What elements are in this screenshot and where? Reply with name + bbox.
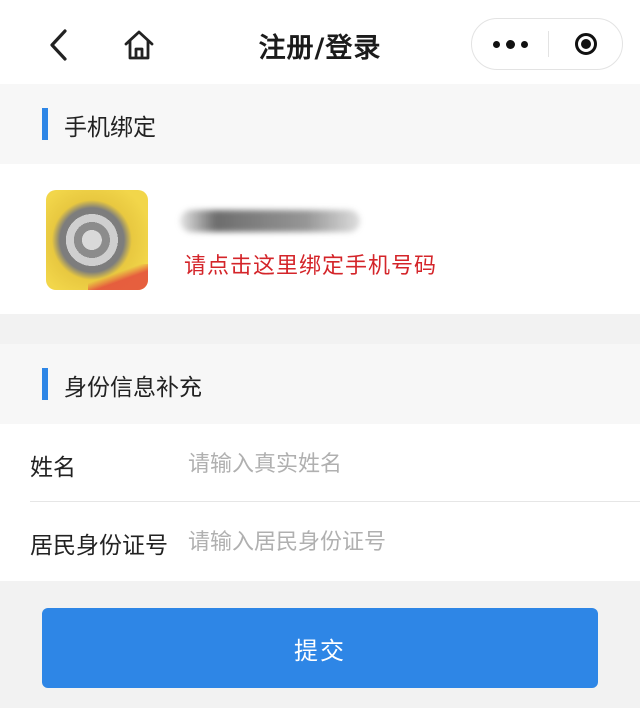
back-button[interactable]	[36, 22, 82, 68]
home-icon	[124, 30, 154, 60]
name-input[interactable]	[188, 442, 608, 486]
name-row: 姓名	[0, 424, 640, 503]
id-number-input[interactable]	[188, 520, 608, 564]
phone-section-header: 手机绑定	[0, 84, 640, 164]
target-close-icon	[575, 33, 597, 55]
phone-section-title: 手机绑定	[64, 115, 156, 141]
phone-bind-card[interactable]: 请点击这里绑定手机号码	[0, 164, 640, 314]
avatar	[46, 190, 148, 290]
section-accent-bar	[42, 368, 48, 400]
target-close-icon-dot	[581, 39, 591, 49]
id-number-row: 居民身份证号	[0, 502, 640, 581]
navigation-bar: 注册/登录	[0, 0, 640, 84]
id-number-label: 居民身份证号	[30, 533, 168, 559]
blurred-username	[180, 210, 360, 232]
submit-button[interactable]: 提交	[42, 608, 598, 688]
close-button[interactable]	[549, 19, 623, 69]
more-dots-icon	[492, 40, 500, 48]
more-button[interactable]	[472, 19, 548, 69]
chevron-left-icon	[50, 29, 67, 61]
bind-phone-link[interactable]: 请点击这里绑定手机号码	[184, 248, 437, 280]
home-button[interactable]	[116, 22, 162, 68]
identity-section-header: 身份信息补充	[0, 344, 640, 424]
section-accent-bar	[42, 108, 48, 140]
page-title: 注册/登录	[258, 33, 382, 64]
name-label: 姓名	[30, 455, 76, 481]
identity-section-title: 身份信息补充	[64, 375, 202, 401]
more-dots-icon-center	[505, 39, 515, 49]
more-dots-icon-right	[520, 40, 528, 48]
mini-program-capsule	[471, 18, 623, 70]
